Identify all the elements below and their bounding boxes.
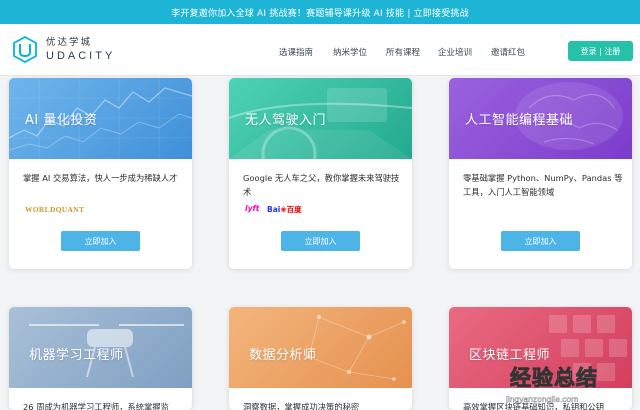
baidu-logo-text-en: Bai: [267, 205, 281, 214]
logo-cn-text: 优达学城: [46, 36, 93, 48]
join-button[interactable]: 立即加入: [61, 231, 140, 251]
nav-nanodegree[interactable]: 纳米学位: [333, 46, 367, 58]
udacity-logo-icon: [13, 36, 37, 64]
course-cover: 机器学习工程师: [9, 307, 192, 388]
promo-banner[interactable]: 李开复邀你加入全球 AI 挑战赛！赛题辅导课升级 AI 技能 | 立即接受挑战: [0, 0, 640, 24]
course-description: Google 无人车之父，教你掌握未来驾驶技术: [243, 173, 400, 197]
site-watermark: 经验总结 jingyanzongjie.com: [506, 358, 640, 410]
course-card-ai-quant[interactable]: AI 量化投资 掌握 AI 交易算法，快人一步成为稀缺人才 WORLDQUANT…: [9, 78, 192, 269]
course-card-data-analyst[interactable]: 数据分析师 洞察数据，掌握成功决策的秘密: [229, 307, 412, 410]
nav-enterprise[interactable]: 企业培训: [438, 46, 472, 58]
course-cover: 无人驾驶入门: [229, 78, 412, 159]
course-title: 人工智能编程基础: [465, 113, 574, 128]
login-register-button[interactable]: 登录 | 注册: [568, 41, 633, 61]
partner-logo-baidu: Bai❀百度: [267, 204, 302, 215]
course-title: 无人驾驶入门: [245, 113, 327, 128]
course-description: 零基础掌握 Python、NumPy、Pandas 等工具，入门人工智能领域: [463, 173, 623, 197]
join-button[interactable]: 立即加入: [501, 231, 580, 251]
top-navbar: 优达学城 UDACITY 选课指南 纳米学位 所有课程 企业培训 邀请红包 登录…: [0, 24, 640, 76]
course-title: AI 量化投资: [25, 113, 98, 128]
watermark-url-text: jingyanzongjie.com: [506, 394, 579, 404]
course-cover: 人工智能编程基础: [449, 78, 632, 159]
nav-all-courses[interactable]: 所有课程: [386, 46, 420, 58]
partner-logo-worldquant: WORLDQUANT: [25, 205, 85, 214]
course-card-ai-programming[interactable]: 人工智能编程基础 零基础掌握 Python、NumPy、Pandas 等工具，入…: [449, 78, 632, 269]
logo-en-text: UDACITY: [46, 50, 116, 63]
udacity-logo[interactable]: 优达学城 UDACITY: [12, 36, 115, 64]
course-title: 数据分析师: [249, 348, 317, 363]
course-description: 26 周成为机器学习工程师，系统掌握监: [23, 402, 169, 410]
watermark-cn-text: 经验总结: [510, 366, 598, 391]
join-button[interactable]: 立即加入: [281, 231, 360, 251]
course-card-ml-engineer[interactable]: 机器学习工程师 26 周成为机器学习工程师，系统掌握监: [9, 307, 192, 410]
nav-course-guide[interactable]: 选课指南: [279, 46, 313, 58]
nav-invite[interactable]: 邀请红包: [491, 46, 525, 58]
course-card-self-driving[interactable]: 无人驾驶入门 Google 无人车之父，教你掌握未来驾驶技术 lyft Bai❀…: [229, 78, 412, 269]
course-description: 掌握 AI 交易算法，快人一步成为稀缺人才: [23, 173, 178, 183]
baidu-logo-text-cn: 百度: [286, 205, 302, 214]
course-title: 机器学习工程师: [29, 348, 124, 363]
partner-logo-lyft: lyft: [245, 204, 260, 213]
course-cover: 数据分析师: [229, 307, 412, 388]
course-description: 洞察数据，掌握成功决策的秘密: [243, 402, 360, 410]
course-cover: AI 量化投资: [9, 78, 192, 159]
